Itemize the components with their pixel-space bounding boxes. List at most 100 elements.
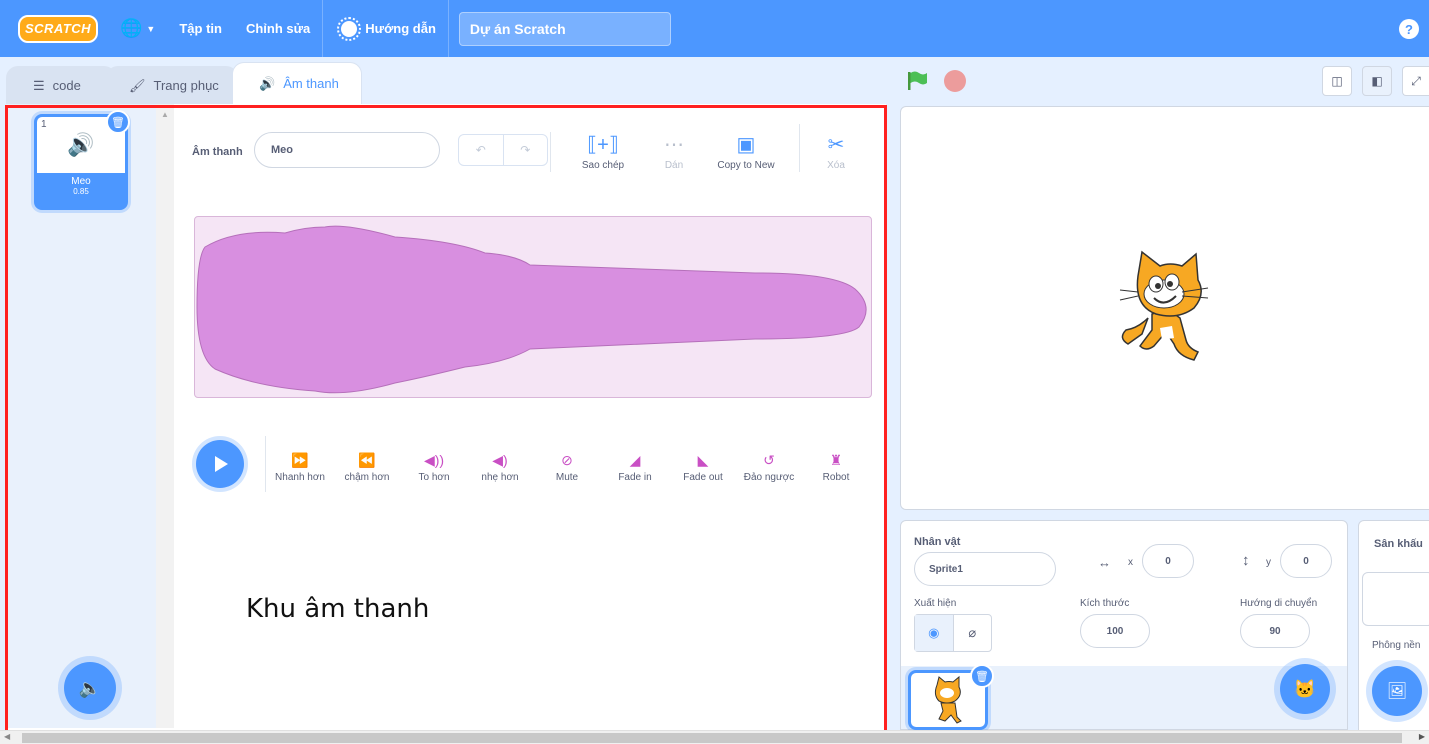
sound-name-input[interactable] [254,132,440,168]
fade-out-icon: ◣ [697,452,709,468]
copy-icon: ⟦+⟧ [587,134,619,156]
undo-icon: ↶ [475,143,486,157]
small-stage-icon: ◫ [1331,74,1343,88]
effect-mute-button[interactable]: ⊘ Mute [532,448,602,483]
copy-to-new-button[interactable]: ▣ Copy to New [706,130,786,171]
scroll-up-icon[interactable]: ▲ [161,110,169,119]
tab-code-label: code [52,78,81,93]
sound-item-index: 1 [41,119,47,130]
paste-button[interactable]: ⋯ Dán [634,130,714,171]
copy-button[interactable]: ⟦+⟧ Sao chép [563,130,643,171]
horizontal-scrollbar[interactable]: ◀ ▶ [0,730,1429,744]
cat-sprite[interactable] [1108,248,1228,368]
effect-fade-out-button[interactable]: ◣ Fade out [668,448,738,483]
sound-item-duration: 0.85 [73,187,89,196]
slower-icon: ⏪ [358,452,376,468]
effect-robot-button[interactable]: ♜ Robot [801,448,871,483]
lightbulb-icon [337,16,362,41]
redo-button[interactable]: ↷ [504,135,548,165]
add-sprite-button[interactable]: 🐱 [1280,664,1330,714]
edit-menu[interactable]: Chỉnh sửa [234,0,322,57]
annotation-label: Khu âm thanh [246,594,430,624]
reverse-icon: ↺ [763,452,775,468]
language-menu[interactable]: 🌐 ▼ [108,0,167,57]
y-arrows-icon: ↕ [1242,552,1250,569]
copy-to-new-label: Copy to New [717,160,775,171]
waveform-shape [196,225,867,394]
delete-label: Xóa [827,160,845,171]
paste-label: Dán [664,160,684,171]
tab-costumes[interactable]: 🖌 Trang phục [106,66,238,104]
size-label: Kích thước [1080,598,1130,609]
effect-faster-label: Nhanh hơn [275,472,325,483]
add-sound-icon: 🔈 [78,677,102,698]
effect-slower-button[interactable]: ⏪ chậm hơn [332,448,402,483]
add-backdrop-icon: 🖼 [1386,683,1408,700]
paintbrush-icon: 🖌 [129,77,146,93]
effect-mute-label: Mute [555,472,579,483]
effect-softer-button[interactable]: ◀) nhẹ hơn [465,448,535,483]
paste-icon: ⋯ [664,134,684,156]
delete-sound-icon[interactable]: 🗑 [106,110,130,134]
tutorials-menu[interactable]: Hướng dẫn [329,0,448,57]
scroll-left-icon[interactable]: ◀ [4,732,10,741]
delete-button[interactable]: ✂ Xóa [796,130,876,171]
waveform-display[interactable] [194,216,872,398]
scratch-logo[interactable]: SCRATCH [18,14,98,43]
effect-faster-button[interactable]: ⏩ Nhanh hơn [265,448,335,483]
tab-sounds-label: Âm thanh [283,76,339,91]
show-sprite-button[interactable]: ◉ [915,615,954,651]
sprite-name-input[interactable]: Sprite1 [914,552,1056,586]
add-sound-button[interactable]: 🔈 [64,662,116,714]
robot-icon: ♜ [829,452,843,468]
effect-louder-label: To hơn [418,472,450,483]
sound-list-scrollbar[interactable]: ▲ [156,104,174,728]
sound-editor-area: 1 🔊 Meo 0.85 🗑 🔈 ▲ Âm thanh ↶ ↷ ⟦+⟧ Sao … [6,104,886,744]
chevron-down-icon: ▼ [146,23,156,34]
x-position-input[interactable]: 0 [1142,544,1194,578]
sound-list: 1 🔊 Meo 0.85 🗑 🔈 [6,104,156,728]
effect-louder-button[interactable]: ◀)) To hơn [399,448,469,483]
effect-reverse-button[interactable]: ↺ Đảo ngược [734,448,804,483]
fullscreen-icon: ⤢ [1411,73,1421,88]
eye-icon: ◉ [928,625,940,640]
effect-softer-label: nhẹ hơn [481,472,519,483]
softer-icon: ◀) [492,452,508,468]
eye-off-icon: ⌀ [968,625,977,640]
y-position-input[interactable]: 0 [1280,544,1332,578]
scroll-right-icon[interactable]: ▶ [1419,732,1425,741]
direction-input[interactable]: 90 [1240,614,1310,648]
fullscreen-button[interactable]: ⤢ [1402,66,1429,96]
x-label: x [1128,557,1133,568]
scrollbar-thumb[interactable] [22,733,1402,743]
tab-code[interactable]: ☰ code [6,66,116,104]
play-sound-button[interactable] [196,440,244,488]
louder-icon: ◀)) [423,452,445,468]
globe-icon: 🌐 [120,18,143,38]
faster-icon: ⏩ [291,452,309,468]
hide-sprite-button[interactable]: ⌀ [954,615,992,651]
delete-sprite-icon[interactable]: 🗑 [970,664,994,688]
small-stage-button[interactable]: ◫ [1322,66,1352,96]
effect-reverse-label: Đảo ngược [743,472,795,483]
stop-icon[interactable] [944,70,966,92]
visibility-toggle: ◉ ⌀ [914,614,992,652]
help-icon[interactable]: ? [1399,19,1419,39]
stage-pane-title: Sân khấu [1374,538,1423,550]
size-input[interactable]: 100 [1080,614,1150,648]
effect-fade-out-label: Fade out [683,472,723,483]
menu-bar: SCRATCH 🌐 ▼ Tập tin Chỉnh sửa Hướng dẫn … [0,0,1429,57]
stage-thumbnail[interactable] [1362,572,1429,626]
tab-sounds[interactable]: 🔊 Âm thanh [232,62,362,104]
green-flag-icon[interactable] [906,70,928,92]
add-backdrop-button[interactable]: 🖼 [1372,666,1422,716]
undo-button[interactable]: ↶ [459,135,504,165]
sound-name-label: Âm thanh [192,146,243,158]
code-blocks-icon: ☰ [33,77,45,93]
y-label: y [1266,557,1271,568]
sound-item-name: Meo [71,176,91,187]
normal-stage-button[interactable]: ◧ [1362,66,1392,96]
file-menu[interactable]: Tập tin [167,0,234,57]
effect-fade-in-button[interactable]: ◢ Fade in [600,448,670,483]
project-title-input[interactable]: Dự án Scratch [458,11,671,46]
